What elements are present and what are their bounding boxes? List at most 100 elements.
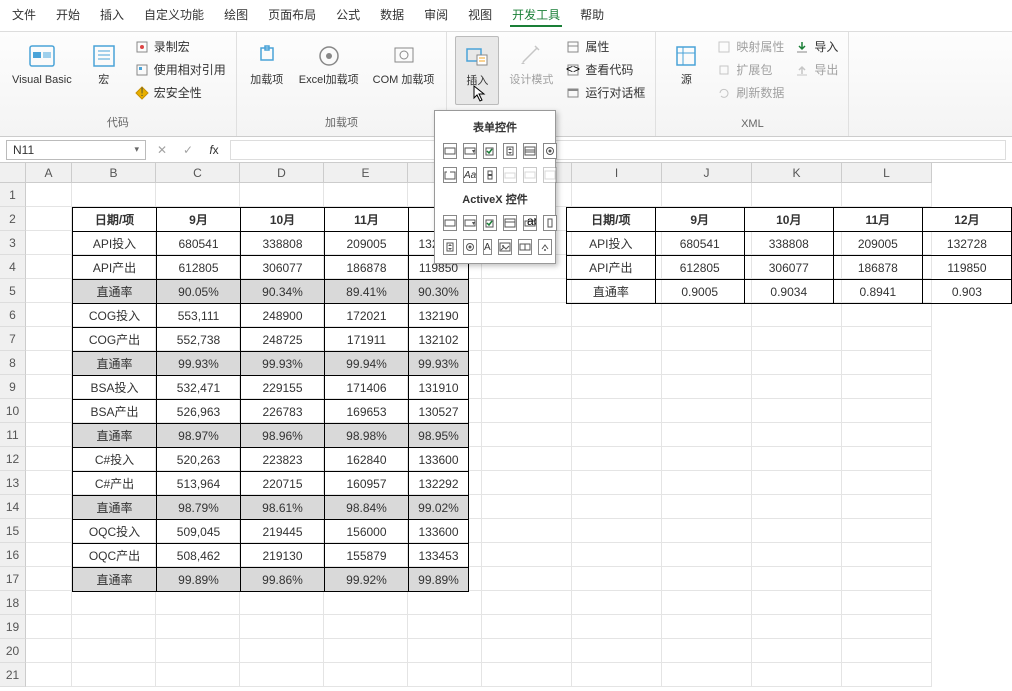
cancel-formula-button[interactable]: ✕ <box>152 140 172 160</box>
run-dialog-button[interactable]: 运行对话框 <box>563 82 647 103</box>
table-cell[interactable]: 155879 <box>325 544 409 568</box>
ax-label-icon[interactable]: A <box>483 239 492 255</box>
row-header-18[interactable]: 18 <box>0 591 26 615</box>
menu-开始[interactable]: 开始 <box>54 4 82 27</box>
table-cell[interactable]: 223823 <box>241 448 325 472</box>
table-cell[interactable]: 直通率 <box>567 280 656 304</box>
table-cell[interactable]: OQC产出 <box>73 544 157 568</box>
table-cell[interactable]: 132102 <box>409 328 469 352</box>
table-cell[interactable]: 99.89% <box>157 568 241 592</box>
name-box[interactable]: N11 ▾ <box>6 140 146 160</box>
form-checkbox-icon[interactable] <box>483 143 497 159</box>
col-header-L[interactable]: L <box>842 163 932 183</box>
form-groupbox-icon[interactable] <box>443 167 457 183</box>
row-header-11[interactable]: 11 <box>0 423 26 447</box>
table-cell[interactable]: 248900 <box>241 304 325 328</box>
table-header[interactable]: 9月 <box>655 208 744 232</box>
row-header-8[interactable]: 8 <box>0 351 26 375</box>
table-cell[interactable]: 98.79% <box>157 496 241 520</box>
ax-checkbox-icon[interactable] <box>483 215 497 231</box>
form-spinner-icon[interactable] <box>503 143 517 159</box>
source-button[interactable]: 源 <box>664 36 708 91</box>
ax-textbox-icon[interactable]: ab <box>523 215 537 231</box>
table-cell[interactable]: 99.02% <box>409 496 469 520</box>
col-header-D[interactable]: D <box>240 163 324 183</box>
form-scrollbar-icon[interactable] <box>483 167 497 183</box>
table-cell[interactable]: 552,738 <box>157 328 241 352</box>
table-cell[interactable]: COG产出 <box>73 328 157 352</box>
com-addins-button[interactable]: COM 加载项 <box>369 36 439 91</box>
table-cell[interactable]: 直通率 <box>73 496 157 520</box>
table-cell[interactable]: 89.41% <box>325 280 409 304</box>
table-cell[interactable]: 520,263 <box>157 448 241 472</box>
table-cell[interactable]: API投入 <box>73 232 157 256</box>
col-header-I[interactable]: I <box>572 163 662 183</box>
relative-ref-button[interactable]: 使用相对引用 <box>132 59 228 80</box>
formula-bar[interactable] <box>230 140 1006 160</box>
menu-视图[interactable]: 视图 <box>466 4 494 27</box>
table-cell[interactable]: 612805 <box>655 256 744 280</box>
table-cell[interactable]: 132190 <box>409 304 469 328</box>
ax-option-icon[interactable] <box>463 239 477 255</box>
refresh-data-button[interactable]: 刷新数据 <box>714 82 786 103</box>
row-header-17[interactable]: 17 <box>0 567 26 591</box>
menu-公式[interactable]: 公式 <box>334 4 362 27</box>
table-cell[interactable]: 99.89% <box>409 568 469 592</box>
table-cell[interactable]: 162840 <box>325 448 409 472</box>
table-cell[interactable]: 直通率 <box>73 424 157 448</box>
menu-文件[interactable]: 文件 <box>10 4 38 27</box>
table-cell[interactable]: 99.92% <box>325 568 409 592</box>
ax-listbox-icon[interactable] <box>503 215 517 231</box>
row-header-1[interactable]: 1 <box>0 183 26 207</box>
table-cell[interactable]: 0.9034 <box>744 280 833 304</box>
table-cell[interactable]: 508,462 <box>157 544 241 568</box>
table-cell[interactable]: COG投入 <box>73 304 157 328</box>
table-header[interactable]: 日期/项 <box>567 208 656 232</box>
table-cell[interactable]: 532,471 <box>157 376 241 400</box>
ax-spinner-icon[interactable] <box>443 239 457 255</box>
table-cell[interactable]: 209005 <box>833 232 922 256</box>
col-header-B[interactable]: B <box>72 163 156 183</box>
table-cell[interactable]: 133600 <box>409 448 469 472</box>
table-cell[interactable]: 171911 <box>325 328 409 352</box>
table-cell[interactable]: 90.30% <box>409 280 469 304</box>
table-cell[interactable]: 338808 <box>744 232 833 256</box>
table-cell[interactable]: 248725 <box>241 328 325 352</box>
table-cell[interactable]: 99.93% <box>241 352 325 376</box>
table-header[interactable]: 日期/项 <box>73 208 157 232</box>
table-cell[interactable]: 306077 <box>744 256 833 280</box>
table-cell[interactable]: 209005 <box>325 232 409 256</box>
expansion-pack-button[interactable]: 扩展包 <box>714 59 786 80</box>
table-header[interactable]: 11月 <box>833 208 922 232</box>
excel-addins-button[interactable]: Excel加载项 <box>295 36 363 91</box>
map-properties-button[interactable]: 映射属性 <box>714 36 786 57</box>
menu-开发工具[interactable]: 开发工具 <box>510 4 562 27</box>
menu-页面布局[interactable]: 页面布局 <box>266 4 318 27</box>
table-cell[interactable]: 98.84% <box>325 496 409 520</box>
table-cell[interactable]: 直通率 <box>73 352 157 376</box>
form-listbox-icon[interactable] <box>523 143 537 159</box>
table-cell[interactable]: API投入 <box>567 232 656 256</box>
form-label-icon[interactable]: Aa <box>463 167 477 183</box>
table-cell[interactable]: 553,111 <box>157 304 241 328</box>
table-cell[interactable]: API产出 <box>567 256 656 280</box>
macro-security-button[interactable]: !宏安全性 <box>132 82 228 103</box>
table-cell[interactable]: 169653 <box>325 400 409 424</box>
form-option-icon[interactable] <box>543 143 557 159</box>
row-header-12[interactable]: 12 <box>0 447 26 471</box>
properties-button[interactable]: 属性 <box>563 36 647 57</box>
table-cell[interactable]: 98.96% <box>241 424 325 448</box>
table-cell[interactable]: 132728 <box>922 232 1011 256</box>
record-macro-button[interactable]: 录制宏 <box>132 36 228 57</box>
table-cell[interactable]: 612805 <box>157 256 241 280</box>
form-button-icon[interactable] <box>443 143 457 159</box>
row-header-4[interactable]: 4 <box>0 255 26 279</box>
table-cell[interactable]: 680541 <box>157 232 241 256</box>
table-header[interactable]: 10月 <box>241 208 325 232</box>
table-cell[interactable]: 98.97% <box>157 424 241 448</box>
col-header-C[interactable]: C <box>156 163 240 183</box>
table-cell[interactable]: 160957 <box>325 472 409 496</box>
fx-button[interactable]: fx <box>204 140 224 160</box>
table-cell[interactable]: 513,964 <box>157 472 241 496</box>
table-cell[interactable]: BSA产出 <box>73 400 157 424</box>
